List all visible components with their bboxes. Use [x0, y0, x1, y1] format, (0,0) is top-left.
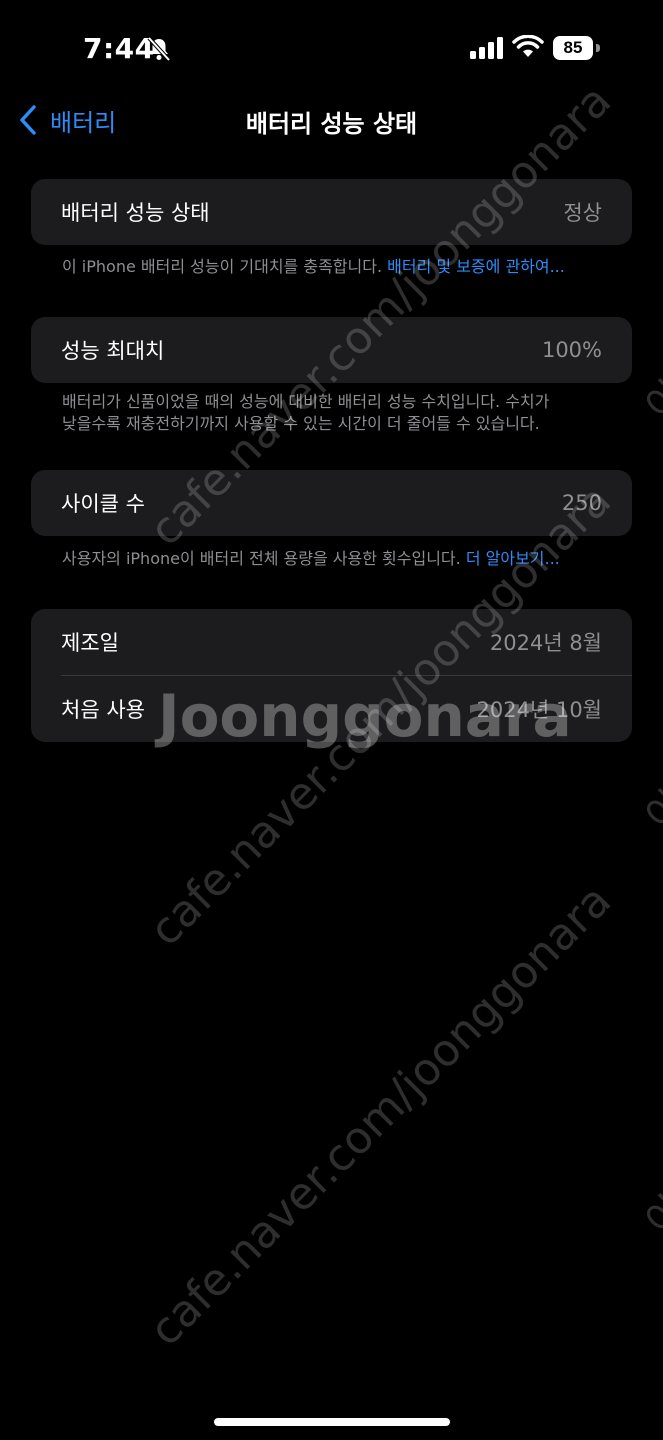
cycle-count-footnote: 사용자의 iPhone이 배터리 전체 용량을 사용한 횟수입니다. 더 알아보…	[62, 548, 602, 570]
battery-health-footnote: 이 iPhone 배터리 성능이 기대치를 충족합니다. 배터리 및 보증에 관…	[62, 256, 602, 278]
cycle-count-row: 사이클 수 250	[31, 470, 632, 536]
wifi-icon	[512, 35, 544, 57]
manufacture-date-value: 2024년 8월	[489, 631, 602, 655]
battery-health-footnote-text: 이 iPhone 배터리 성능이 기대치를 충족합니다.	[62, 257, 388, 276]
max-capacity-row: 성능 최대치 100%	[31, 317, 632, 383]
page-title: 배터리 성능 상태	[245, 110, 418, 138]
watermark-side: 아	[637, 371, 663, 430]
cycle-count-label: 사이클 수	[61, 492, 145, 516]
cycle-count-footnote-text: 사용자의 iPhone이 배터리 전체 용량을 사용한 횟수입니다.	[62, 549, 466, 568]
home-indicator[interactable]	[214, 1418, 450, 1426]
battery-tip	[596, 44, 600, 52]
battery-health-label: 배터리 성능 상태	[61, 201, 210, 225]
learn-more-link[interactable]: 더 알아보기...	[466, 549, 560, 568]
navigation-bar: 배터리 배터리 성능 상태	[0, 96, 663, 146]
first-use-row: 처음 사용 2024년 10월	[31, 676, 632, 742]
battery-icon: 85	[553, 36, 601, 60]
watermark-url: cafe.naver.com/joonggonara	[140, 875, 621, 1357]
battery-warranty-link[interactable]: 배터리 및 보증에 관하여...	[387, 257, 565, 276]
first-use-value: 2024년 10월	[476, 698, 602, 722]
battery-health-value: 정상	[563, 201, 602, 225]
max-capacity-value: 100%	[541, 338, 602, 362]
cellular-signal-icon	[470, 37, 503, 59]
status-time: 7:44	[83, 32, 155, 65]
battery-level: 85	[553, 36, 593, 60]
battery-health-row: 배터리 성능 상태 정상	[31, 179, 632, 245]
status-bar: 7:44 85	[0, 0, 663, 96]
watermark-side: 아	[637, 781, 663, 840]
cycle-count-card: 사이클 수 250	[31, 470, 632, 536]
watermark-side: 아	[637, 1186, 663, 1245]
max-capacity-card: 성능 최대치 100%	[31, 317, 632, 383]
max-capacity-label: 성능 최대치	[61, 339, 165, 363]
first-use-label: 처음 사용	[61, 698, 145, 722]
bell-slash-icon	[147, 36, 171, 62]
max-capacity-footnote: 배터리가 신품이었을 때의 성능에 대비한 배터리 성능 수치입니다. 수치가 …	[62, 391, 602, 435]
manufacture-date-row: 제조일 2024년 8월	[31, 609, 632, 675]
cycle-count-value: 250	[561, 491, 602, 515]
dates-card: 제조일 2024년 8월 처음 사용 2024년 10월	[31, 609, 632, 742]
manufacture-date-label: 제조일	[61, 631, 119, 655]
battery-health-card: 배터리 성능 상태 정상	[31, 179, 632, 245]
max-capacity-footnote-line2: 낮을수록 재충전하기까지 사용할 수 있는 시간이 더 줄어들 수 있습니다.	[62, 414, 540, 433]
max-capacity-footnote-line1: 배터리가 신품이었을 때의 성능에 대비한 배터리 성능 수치입니다. 수치가	[62, 392, 550, 411]
